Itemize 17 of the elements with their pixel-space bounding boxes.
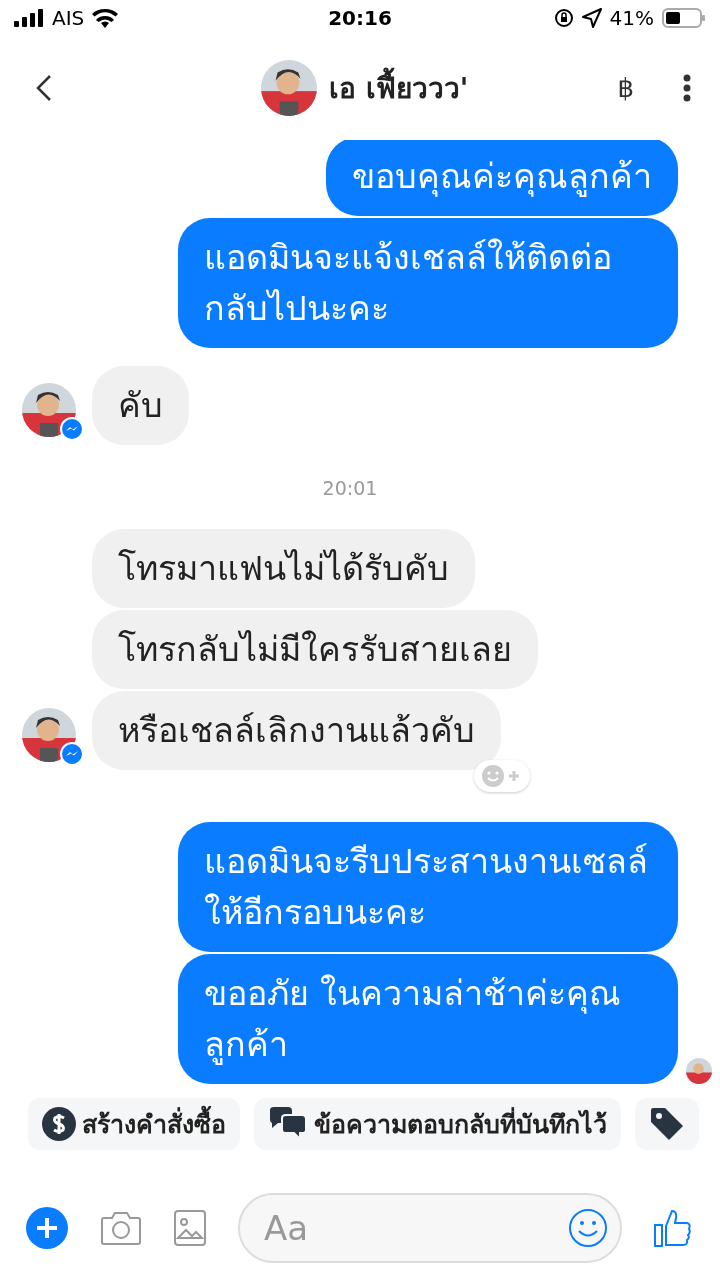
message-bubble: คับ [92, 366, 189, 445]
timestamp: 20:01 [321, 477, 379, 499]
message-bubble: ขอบคุณค่ะคุณลูกค้า [326, 140, 678, 216]
carrier: AIS [52, 6, 85, 30]
contact-name[interactable]: เอ เฟี้ยววว' [329, 66, 469, 110]
message-bubble: โทรกลับไม่มีใครรับสายเลย [92, 610, 538, 689]
quick-reply-chip[interactable]: สร้างคำสั่งซื้อ [28, 1098, 240, 1150]
message-bubble: โทรมาแฟนไม่ได้รับคับ [92, 529, 475, 608]
message-bubble: ขออภัย ในความล่าช้าค่ะคุณลูกค้า [178, 954, 678, 1084]
message-bubble: หรือเชลล์เลิกงานแล้วคับ [92, 691, 501, 770]
currency-button[interactable]: ฿ [617, 73, 634, 103]
quick-reply-chip[interactable]: ข้อความตอบกลับที่บันทึกไว้ [254, 1098, 621, 1150]
message-bubble: แอดมินจะรีบประสานงานเซลล์ให้อีกรอบนะคะ [178, 822, 678, 952]
message-input[interactable]: Aa [238, 1193, 622, 1263]
battery-percent: 41% [609, 6, 654, 30]
clock: 20:16 [328, 6, 392, 30]
message-bubble: แอดมินจะแจ้งเชลล์ให้ติดต่อกลับไปนะคะ [178, 218, 678, 348]
